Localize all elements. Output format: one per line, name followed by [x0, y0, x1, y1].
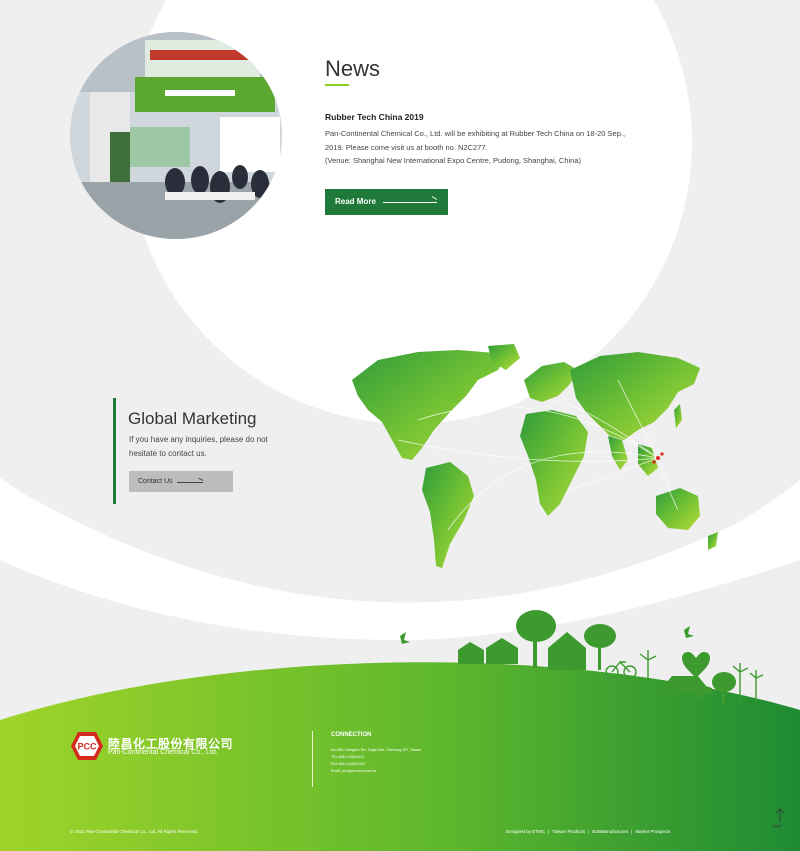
- copyright-text: © 2021 Pan-Continental Chemical Co., Ltd…: [70, 829, 199, 834]
- news-body-text: Pan-Continental Chemical Co., Ltd. will …: [325, 129, 626, 152]
- pcc-logo[interactable]: PCC: [70, 731, 104, 761]
- news-photo: [70, 32, 282, 239]
- back-to-top-button[interactable]: [770, 808, 790, 834]
- news-headline[interactable]: Rubber Tech China 2019: [325, 112, 424, 122]
- footer-link-designed-by[interactable]: Designed by ETMC: [506, 829, 545, 834]
- news-venue-text: (Venue: Shanghai New International Expo …: [325, 156, 582, 165]
- fax-text: FAX:886-4-26811323: [331, 762, 365, 766]
- link-separator: |: [588, 829, 590, 834]
- global-marketing-text: If you have any inquiries, please do not…: [129, 435, 268, 458]
- contact-us-label: Contact Us: [138, 478, 173, 485]
- read-more-label: Read More: [335, 197, 376, 206]
- read-more-button[interactable]: Read More: [325, 189, 448, 215]
- global-marketing-title: Global Marketing: [128, 409, 257, 428]
- connection-title: CONNECTION: [331, 732, 372, 738]
- company-name-english: Pan-Continental Chemical Co., Ltd.: [108, 749, 218, 756]
- news-section-title: News: [325, 56, 381, 81]
- arrow-right-icon: [383, 202, 437, 203]
- footer-link-market-prospects[interactable]: Market Prospects: [635, 829, 670, 834]
- section-accent-bar: [113, 398, 116, 504]
- footer-link-taiwan-products[interactable]: Taiwan Products: [552, 829, 585, 834]
- tel-text: TEL:886-4-26811191: [331, 755, 365, 759]
- world-map-illustration: [352, 344, 718, 568]
- expo-booth-image: [70, 32, 282, 239]
- contact-us-button[interactable]: Contact Us: [129, 471, 233, 492]
- arrow-right-icon: [177, 482, 203, 483]
- email-text[interactable]: Email: pcc@pcchem.com.tw: [331, 768, 422, 775]
- title-underline: [325, 84, 349, 86]
- news-body: Pan-Continental Chemical Co., Ltd. will …: [325, 127, 645, 168]
- logo-mark-text: PCC: [77, 742, 97, 752]
- link-separator: |: [631, 829, 633, 834]
- link-separator: |: [548, 829, 550, 834]
- footer-divider: [312, 731, 313, 787]
- connection-details: No.389, Chingsen Rd., Dajia Dist., Taich…: [331, 747, 422, 775]
- back-to-top-label: TOP: [772, 824, 782, 829]
- footer-links: Designed by ETMC | Taiwan Products | B2BManu…: [506, 829, 670, 834]
- address-text: No.389, Chingsen Rd., Dajia Dist., Taich…: [331, 748, 423, 752]
- arrow-up-icon: [775, 808, 785, 822]
- footer-link-b2b[interactable]: B2BManufactures: [592, 829, 628, 834]
